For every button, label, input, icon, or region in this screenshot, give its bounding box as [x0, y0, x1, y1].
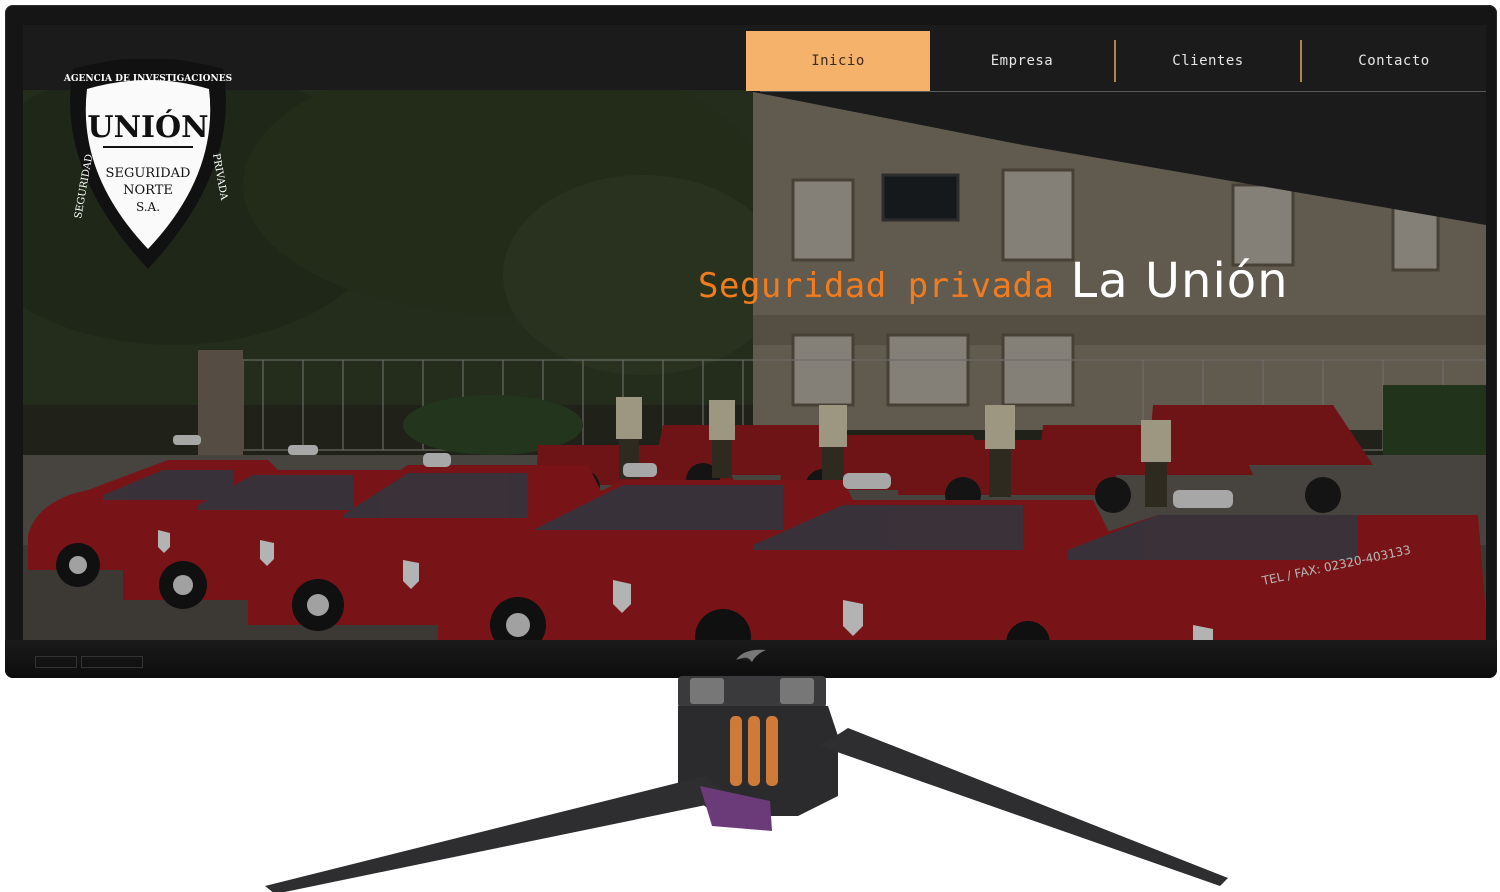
- monitor-bezel: TEL / FAX: 02320-403133 Inicio Empresa C…: [5, 5, 1497, 678]
- logo-line2-text: NORTE: [123, 183, 173, 198]
- monitor-stand: [265, 676, 1228, 892]
- logo-right-arc-text: PRIVADA: [210, 153, 229, 202]
- hero-headline: Seguridad privada La Unión: [698, 253, 1289, 309]
- nav-item-clientes[interactable]: Clientes: [1116, 31, 1300, 91]
- bezel-stickers: [35, 656, 150, 668]
- nav-item-contacto[interactable]: Contacto: [1302, 31, 1486, 91]
- rog-eye-icon: [736, 649, 766, 663]
- nav-item-inicio[interactable]: Inicio: [746, 31, 930, 91]
- logo-line3-text: S.A.: [136, 200, 160, 214]
- nav-item-empresa[interactable]: Empresa: [930, 31, 1114, 91]
- logo-line1-text: SEGURIDAD: [106, 166, 191, 181]
- logo-agency-text: AGENCIA DE INVESTIGACIONES: [63, 74, 232, 84]
- headline-white: La Unión: [1070, 253, 1289, 309]
- logo-name-text: UNIÓN: [87, 109, 208, 145]
- union-logo[interactable]: AGENCIA DE INVESTIGACIONES UNIÓN SEGURID…: [63, 59, 233, 274]
- headline-orange: Seguridad privada: [698, 266, 1055, 306]
- website-screen: TEL / FAX: 02320-403133 Inicio Empresa C…: [23, 25, 1486, 643]
- nav-underline: [760, 91, 1486, 92]
- monitor-chin: [5, 640, 1497, 678]
- main-nav: Inicio Empresa Clientes Contacto: [746, 31, 1486, 91]
